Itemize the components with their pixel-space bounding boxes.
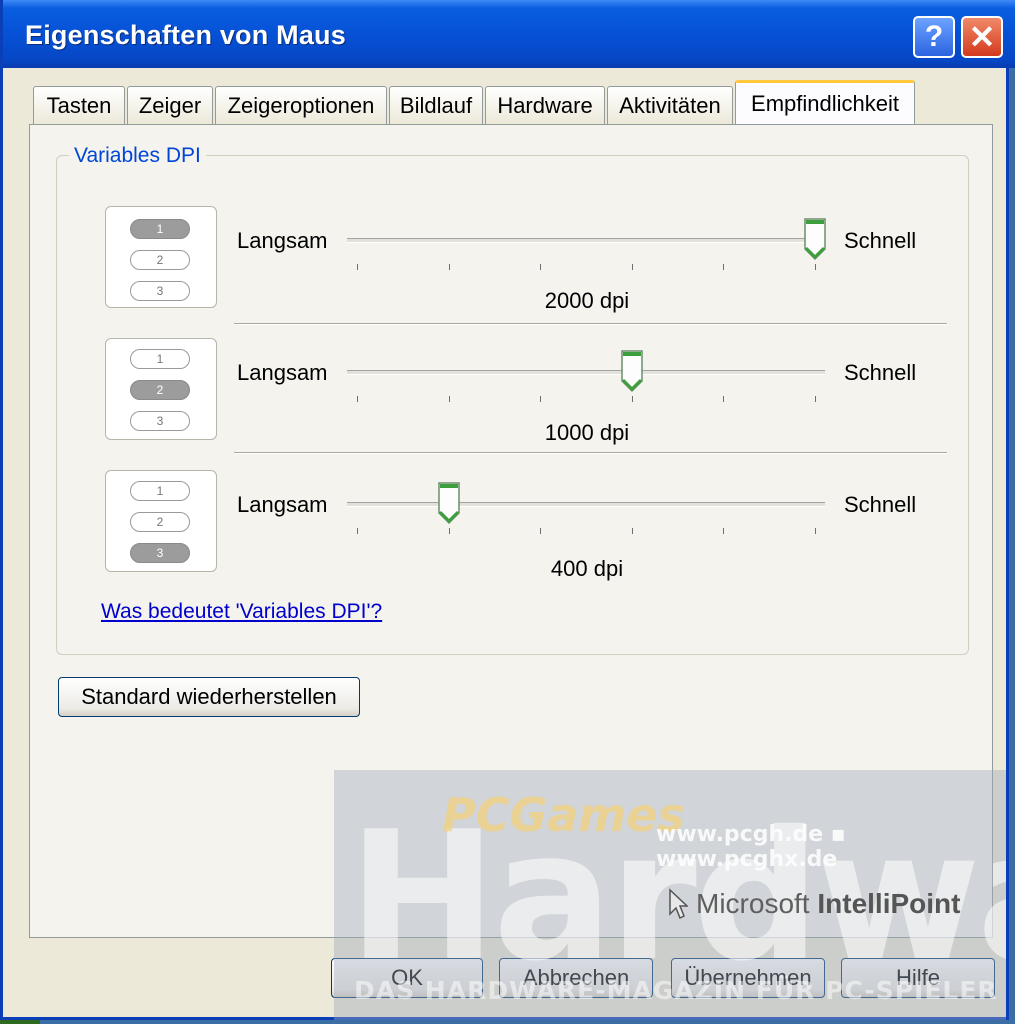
slider-tick: [631, 396, 633, 402]
fast-label: Schnell: [844, 228, 917, 253]
slider-tick: [357, 528, 358, 534]
slider-tick: [631, 528, 633, 534]
tab-empfindlichkeit[interactable]: Empfindlichkeit: [735, 80, 915, 124]
slow-label: Langsam: [237, 360, 328, 385]
help-icon: ?: [924, 20, 944, 53]
tab-zeigeroptionen[interactable]: Zeigeroptionen: [215, 86, 387, 124]
dpi-row-3: 1 2 3 Langsam Schnell 400 dpi: [57, 470, 970, 581]
dpi-slider-thumb[interactable]: [437, 481, 461, 525]
mouse-setting-3-icon: 1 2 3: [105, 470, 217, 572]
tab-label: Zeiger: [138, 92, 202, 118]
dpi-slider-track[interactable]: [347, 502, 825, 507]
restore-defaults-button[interactable]: Standard wiederherstellen: [58, 677, 360, 717]
help-title-button[interactable]: ?: [913, 16, 955, 58]
dpi-slider-track[interactable]: [347, 370, 825, 375]
slider-tick: [723, 264, 725, 270]
brand-name: IntelliPoint: [817, 888, 961, 919]
dpi-slider-thumb[interactable]: [620, 349, 644, 393]
dpi-value: 1000 dpi: [544, 420, 630, 445]
dpi-value: 400 dpi: [550, 556, 624, 581]
dpi-slider-track[interactable]: [347, 238, 825, 243]
intellipoint-brand: Microsoft IntelliPoint: [696, 888, 960, 920]
tab-bildlauf[interactable]: Bildlauf: [389, 86, 483, 124]
row-divider: [234, 323, 947, 325]
setting-pill-3: 3: [130, 411, 190, 431]
pcgh-watermark: Hardware PCGames www.pcgh.de ▪ www.pcghx…: [334, 770, 1006, 1020]
setting-pill-3: 3: [130, 281, 190, 301]
slider-tick: [723, 396, 725, 402]
fast-label: Schnell: [844, 492, 917, 517]
slider-tick: [815, 528, 816, 534]
slow-label: Langsam: [237, 228, 328, 253]
slider-tick: [357, 264, 358, 270]
tab-aktivitaeten[interactable]: Aktivitäten: [607, 86, 733, 124]
close-button[interactable]: ✕: [961, 16, 1003, 58]
slider-tick: [723, 528, 725, 534]
slider-tick: [631, 264, 633, 270]
setting-pill-2: 2: [130, 512, 190, 532]
tab-label: Hardware: [497, 92, 593, 118]
tab-label: Bildlauf: [399, 92, 473, 118]
variables-dpi-group: Variables DPI 1 2 3 Langsam Schnell 2000…: [56, 144, 970, 655]
slider-tick: [448, 528, 450, 534]
setting-pill-2: 2: [130, 250, 190, 270]
mouse-setting-2-icon: 1 2 3: [105, 338, 217, 440]
group-title: Variables DPI: [69, 144, 206, 168]
slider-tick: [815, 396, 816, 402]
fast-label: Schnell: [844, 360, 917, 385]
setting-pill-1: 1: [130, 219, 190, 239]
slider-tick: [540, 528, 542, 534]
mouse-setting-1-icon: 1 2 3: [105, 206, 217, 308]
watermark-tagline: DAS HARDWARE-MAGAZIN FÜR PC-SPIELER: [354, 976, 998, 1005]
dpi-value: 2000 dpi: [544, 288, 630, 313]
slider-tick: [357, 396, 358, 402]
brand-prefix: Microsoft: [696, 888, 810, 919]
tab-zeiger[interactable]: Zeiger: [127, 86, 213, 124]
cursor-icon: [669, 888, 688, 920]
watermark-urls: www.pcgh.de ▪ www.pcghx.de: [656, 822, 846, 872]
title-bar[interactable]: Eigenschaften von Maus ? ✕: [3, 0, 1015, 68]
tab-label: Tasten: [46, 92, 112, 118]
close-icon: ✕: [968, 19, 996, 55]
tab-hardware[interactable]: Hardware: [485, 86, 605, 124]
setting-pill-3: 3: [130, 543, 190, 563]
dpi-row-2: 1 2 3 Langsam Schnell 1000 dpi: [57, 338, 970, 448]
slider-tick: [540, 396, 542, 402]
dpi-slider-thumb[interactable]: [803, 217, 827, 261]
slider-tick: [448, 264, 450, 270]
setting-pill-1: 1: [130, 481, 190, 501]
row-divider: [234, 452, 947, 454]
window-title: Eigenschaften von Maus: [25, 20, 346, 50]
setting-pill-2: 2: [130, 380, 190, 400]
tab-label: Aktivitäten: [619, 92, 721, 118]
setting-pill-1: 1: [130, 349, 190, 369]
watermark-pcgames-logo: PCGames: [442, 788, 685, 842]
dpi-row-1: 1 2 3 Langsam Schnell 2000 dpi: [57, 206, 970, 316]
variables-dpi-help-link[interactable]: Was bedeutet 'Variables DPI'?: [101, 600, 382, 624]
slider-tick: [448, 396, 450, 402]
tab-tasten[interactable]: Tasten: [33, 86, 125, 124]
slider-tick: [540, 264, 542, 270]
slow-label: Langsam: [237, 492, 328, 517]
tab-label: Empfindlichkeit: [751, 90, 899, 116]
slider-tick: [815, 264, 816, 270]
tab-label: Zeigeroptionen: [227, 92, 375, 118]
